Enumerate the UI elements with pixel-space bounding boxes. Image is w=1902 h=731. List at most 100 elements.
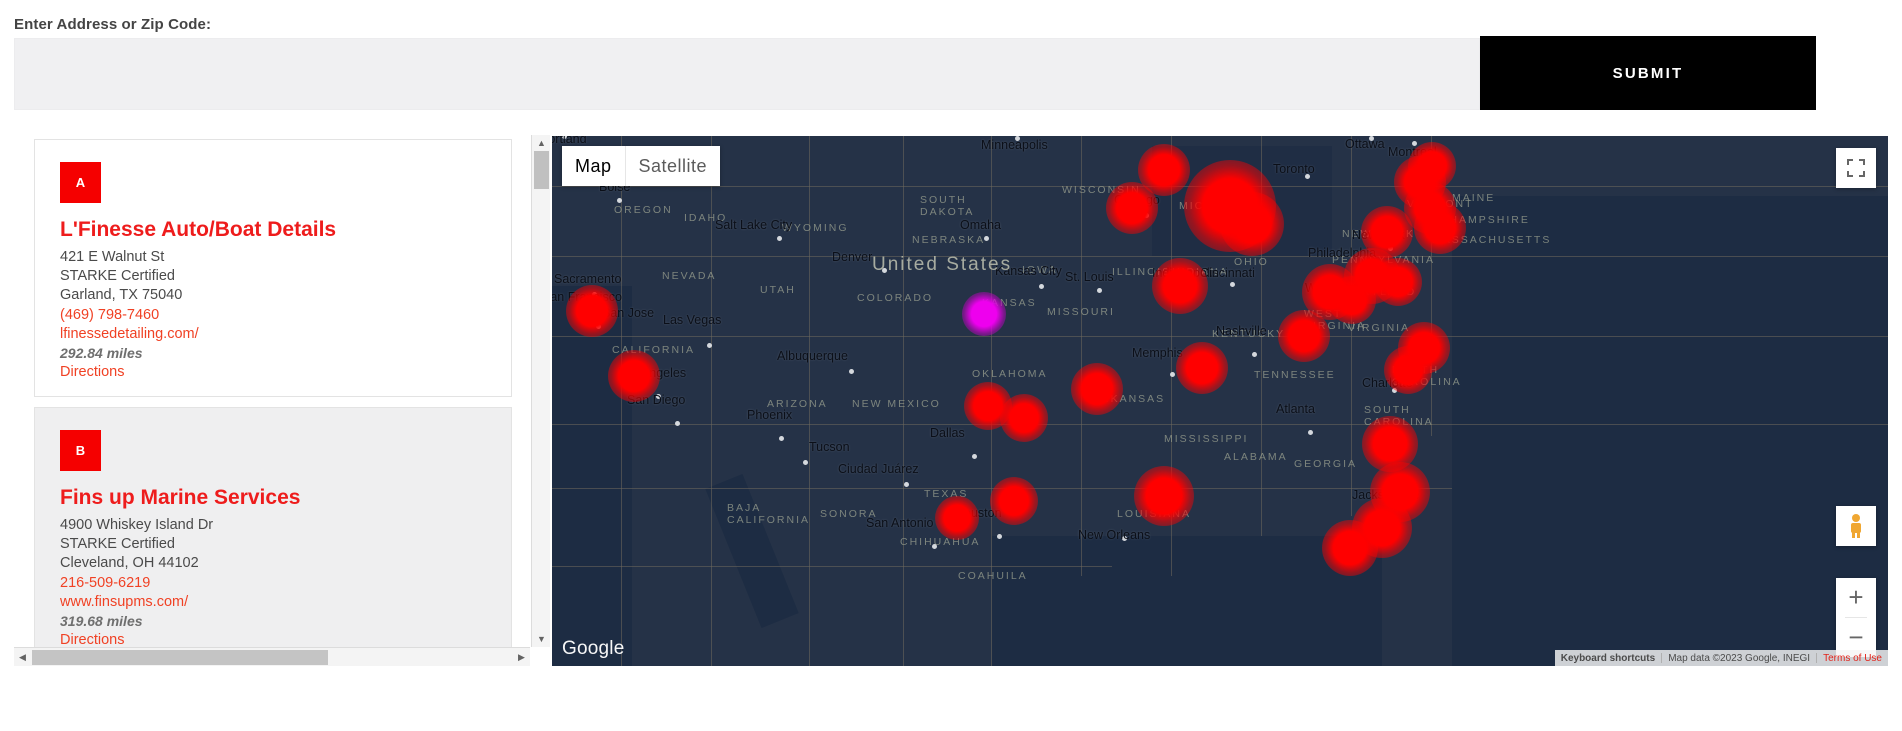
road-segment — [552, 256, 1888, 257]
result-address: 421 E Walnut St — [60, 249, 165, 265]
results-listing-panel: A L'Finesse Auto/Boat Details 421 E Waln… — [14, 135, 550, 666]
horizontal-scrollbar-thumb[interactable] — [32, 650, 328, 665]
map-type-button-satellite[interactable]: Satellite — [624, 146, 721, 186]
city-label: Memphis — [1132, 346, 1183, 360]
city-label: Toronto — [1273, 162, 1315, 176]
road-segment — [552, 488, 1452, 489]
keyboard-shortcuts-link[interactable]: Keyboard shortcuts — [1555, 653, 1661, 664]
result-badge: B — [60, 430, 101, 471]
vertical-scrollbar[interactable]: ▲ ▼ — [531, 135, 550, 647]
scroll-right-arrow-icon[interactable]: ▶ — [513, 648, 530, 666]
city-dot — [779, 436, 784, 441]
zoom-in-button[interactable]: + — [1836, 578, 1876, 617]
result-website[interactable]: lfinessedetailing.com/ — [60, 325, 199, 344]
city-label: San Francisco — [552, 290, 622, 304]
state-label: COAHUILA — [958, 570, 1028, 582]
city-label: Las Vegas — [663, 313, 722, 327]
city-label: Nashville — [1216, 324, 1267, 338]
city-label: Philadelphia — [1308, 246, 1377, 260]
result-certification: STARKE Certified — [60, 536, 175, 553]
road-segment — [552, 566, 1112, 567]
state-label: OKLAHOMA — [972, 368, 1048, 380]
road-segment — [1081, 136, 1082, 576]
city-dot — [849, 369, 854, 374]
scroll-down-arrow-icon[interactable]: ▼ — [532, 631, 550, 647]
state-label: OREGON — [614, 204, 673, 216]
city-label: San Diego — [627, 393, 686, 407]
state-label: NEBRASKA — [912, 234, 986, 246]
city-label: San Jose — [602, 306, 655, 320]
city-dot — [1252, 352, 1257, 357]
state-label: N. HAMPSHIRE — [1430, 214, 1530, 226]
fullscreen-icon — [1847, 159, 1865, 177]
city-dot — [997, 534, 1002, 539]
zoom-control[interactable]: + − — [1836, 578, 1876, 657]
city-label: Salt Lake City — [715, 218, 793, 232]
city-dot — [1347, 299, 1352, 304]
state-label: MICHIGAN — [1179, 200, 1248, 212]
road-segment — [1431, 136, 1432, 436]
heatmap-marker — [1176, 342, 1228, 394]
fullscreen-button[interactable] — [1836, 148, 1876, 188]
vertical-scrollbar-thumb[interactable] — [534, 151, 549, 189]
result-badge: A — [60, 162, 101, 203]
state-label: CALIFORNIA — [612, 344, 696, 356]
state-label: CHIHUAHUA — [900, 536, 981, 548]
address-zip-input[interactable] — [14, 38, 1480, 110]
result-phone[interactable]: 216-509-6219 — [60, 574, 213, 593]
terms-of-use-link[interactable]: Terms of Use — [1817, 653, 1888, 664]
map-canvas[interactable]: OREGON IDAHO WYOMING SOUTH DAKOTA WISCONSIN M… — [552, 136, 1888, 666]
list-item[interactable]: A L'Finesse Auto/Boat Details 421 E Waln… — [34, 139, 512, 397]
list-item[interactable]: B Fins up Marine Services 4900 Whiskey I… — [34, 407, 512, 647]
result-certification: STARKE Certified — [60, 268, 175, 285]
ocean-pacific — [552, 286, 632, 666]
city-dot — [707, 343, 712, 348]
street-view-pegman-button[interactable] — [1836, 506, 1876, 546]
city-dot — [596, 324, 601, 329]
result-distance: 292.84 miles — [60, 345, 143, 362]
result-phone[interactable]: (469) 798-7460 — [60, 306, 199, 325]
city-label: Denver — [832, 250, 873, 264]
city-dot — [1170, 372, 1175, 377]
gulf-of-mexico — [992, 536, 1382, 666]
scroll-up-arrow-icon[interactable]: ▲ — [532, 135, 550, 151]
city-label: Jacksonville — [1352, 488, 1420, 502]
city-dot — [1230, 282, 1235, 287]
city-dot — [1364, 264, 1369, 269]
country-label: United States — [872, 254, 1013, 275]
map-type-control[interactable]: Map Satellite — [562, 146, 721, 186]
road-segment — [991, 136, 992, 666]
result-directions-link[interactable]: Directions — [60, 363, 199, 382]
result-business-name[interactable]: L'Finesse Auto/Boat Details — [60, 218, 336, 242]
horizontal-scrollbar[interactable]: ◀ ▶ — [14, 647, 530, 666]
state-label: NEVADA — [662, 270, 717, 282]
city-label: Cincinnati — [1200, 266, 1255, 280]
scroll-left-arrow-icon[interactable]: ◀ — [14, 648, 31, 666]
city-dot — [1039, 284, 1044, 289]
city-dot — [582, 306, 587, 311]
city-dot — [904, 482, 909, 487]
result-city-state-zip: Garland, TX 75040 — [60, 287, 183, 304]
city-label: Los Angeles — [618, 366, 687, 380]
google-map[interactable]: OREGON IDAHO WYOMING SOUTH DAKOTA WISCONSIN M… — [552, 136, 1888, 666]
search-label: Enter Address or Zip Code: — [14, 16, 212, 33]
state-label: ALABAMA — [1224, 451, 1288, 463]
city-dot — [972, 454, 977, 459]
search-area: Enter Address or Zip Code: SUBMIT — [0, 0, 1902, 128]
map-type-button-map[interactable]: Map — [562, 146, 625, 186]
state-label: UTAH — [760, 284, 796, 296]
state-label: SOUTH DAKOTA — [920, 194, 975, 218]
submit-button[interactable]: SUBMIT — [1480, 36, 1816, 110]
city-label: San Antonio — [866, 516, 934, 530]
state-label: SOUTH CAROLINA — [1364, 404, 1434, 428]
city-dot — [1097, 288, 1102, 293]
city-label: Dallas — [930, 426, 965, 440]
result-directions-link[interactable]: Directions — [60, 631, 213, 647]
state-label: MISSOURI — [1047, 306, 1115, 318]
result-business-name[interactable]: Fins up Marine Services — [60, 486, 300, 510]
result-details: 421 E Walnut St STARKE Certified Garland… — [60, 248, 199, 382]
result-details: 4900 Whiskey Island Dr STARKE Certified … — [60, 516, 213, 647]
result-website[interactable]: www.finsupms.com/ — [60, 593, 213, 612]
state-label: MAINE — [1452, 192, 1496, 204]
city-label: Albuquerque — [777, 349, 848, 363]
